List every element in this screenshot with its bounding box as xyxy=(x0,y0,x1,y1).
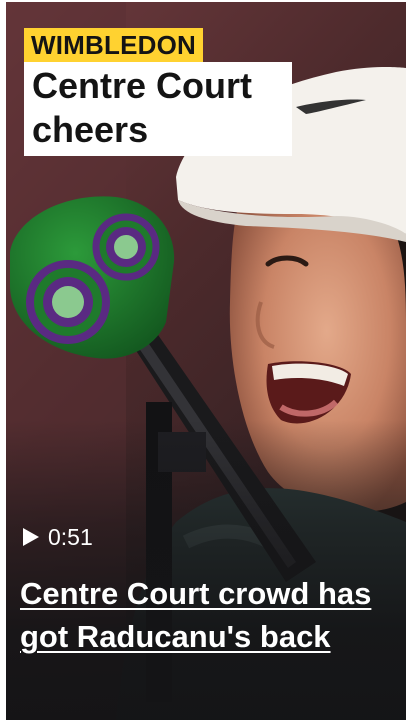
play-icon xyxy=(23,528,39,546)
overlay-headline: Centre Court cheers xyxy=(24,62,292,156)
bottom-gradient xyxy=(6,420,406,720)
video-promo-card[interactable]: WIMBLEDON Centre Court cheers 0:51 Centr… xyxy=(6,2,406,720)
overlay-label: WIMBLEDON Centre Court cheers xyxy=(24,28,292,156)
story-title-link[interactable]: Centre Court crowd has got Raducanu's ba… xyxy=(20,572,390,658)
video-duration-row: 0:51 xyxy=(22,522,93,552)
video-duration: 0:51 xyxy=(48,524,93,550)
topic-badge: WIMBLEDON xyxy=(24,28,203,62)
